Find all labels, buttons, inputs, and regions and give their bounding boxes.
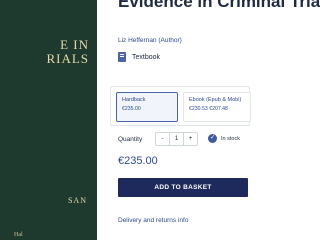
delivery-returns-link[interactable]: Delivery and returns info (118, 217, 188, 224)
quantity-input[interactable]: 1 (169, 133, 184, 145)
check-icon: ✓ (208, 134, 217, 143)
format-option-hardback[interactable]: Hardback €235.00 (116, 92, 178, 122)
add-to-basket-button[interactable]: ADD TO BASKET (118, 178, 248, 197)
quantity-stepper: - 1 + (155, 132, 198, 146)
cover-author: SAN (67, 196, 87, 205)
quantity-label: Quantity (118, 136, 143, 143)
format-option-price: €230.53 €207.48 (189, 106, 228, 112)
format-type-label: Textbook (132, 53, 161, 61)
book-cover-image: E IN RIALS SAN Hal (0, 0, 97, 240)
format-option-name: Ebook (Epub & Mobi) (189, 97, 242, 103)
book-icon (118, 52, 126, 62)
format-option-price: €235.00 (122, 106, 141, 112)
quantity-increase-button[interactable]: + (184, 136, 197, 142)
author-link[interactable]: Liz Heffernan (Author) (118, 37, 182, 44)
format-option-ebook[interactable]: Ebook (Epub & Mobi) €230.53 €207.48 (183, 92, 251, 122)
page-title: Evidence in Criminal Trials (118, 0, 320, 11)
format-option-name: Hardback (122, 97, 146, 103)
format-type: Textbook (118, 52, 160, 62)
stock-status-label: In stock (221, 135, 240, 142)
cover-title-line-2: RIALS (46, 51, 89, 66)
format-options: Hardback €235.00 Ebook (Epub & Mobi) €23… (110, 86, 251, 126)
stock-status: ✓ In stock (208, 134, 240, 143)
quantity-decrease-button[interactable]: - (156, 136, 169, 142)
cover-publisher: Hal (14, 232, 23, 238)
product-price: €235.00 (118, 155, 158, 167)
